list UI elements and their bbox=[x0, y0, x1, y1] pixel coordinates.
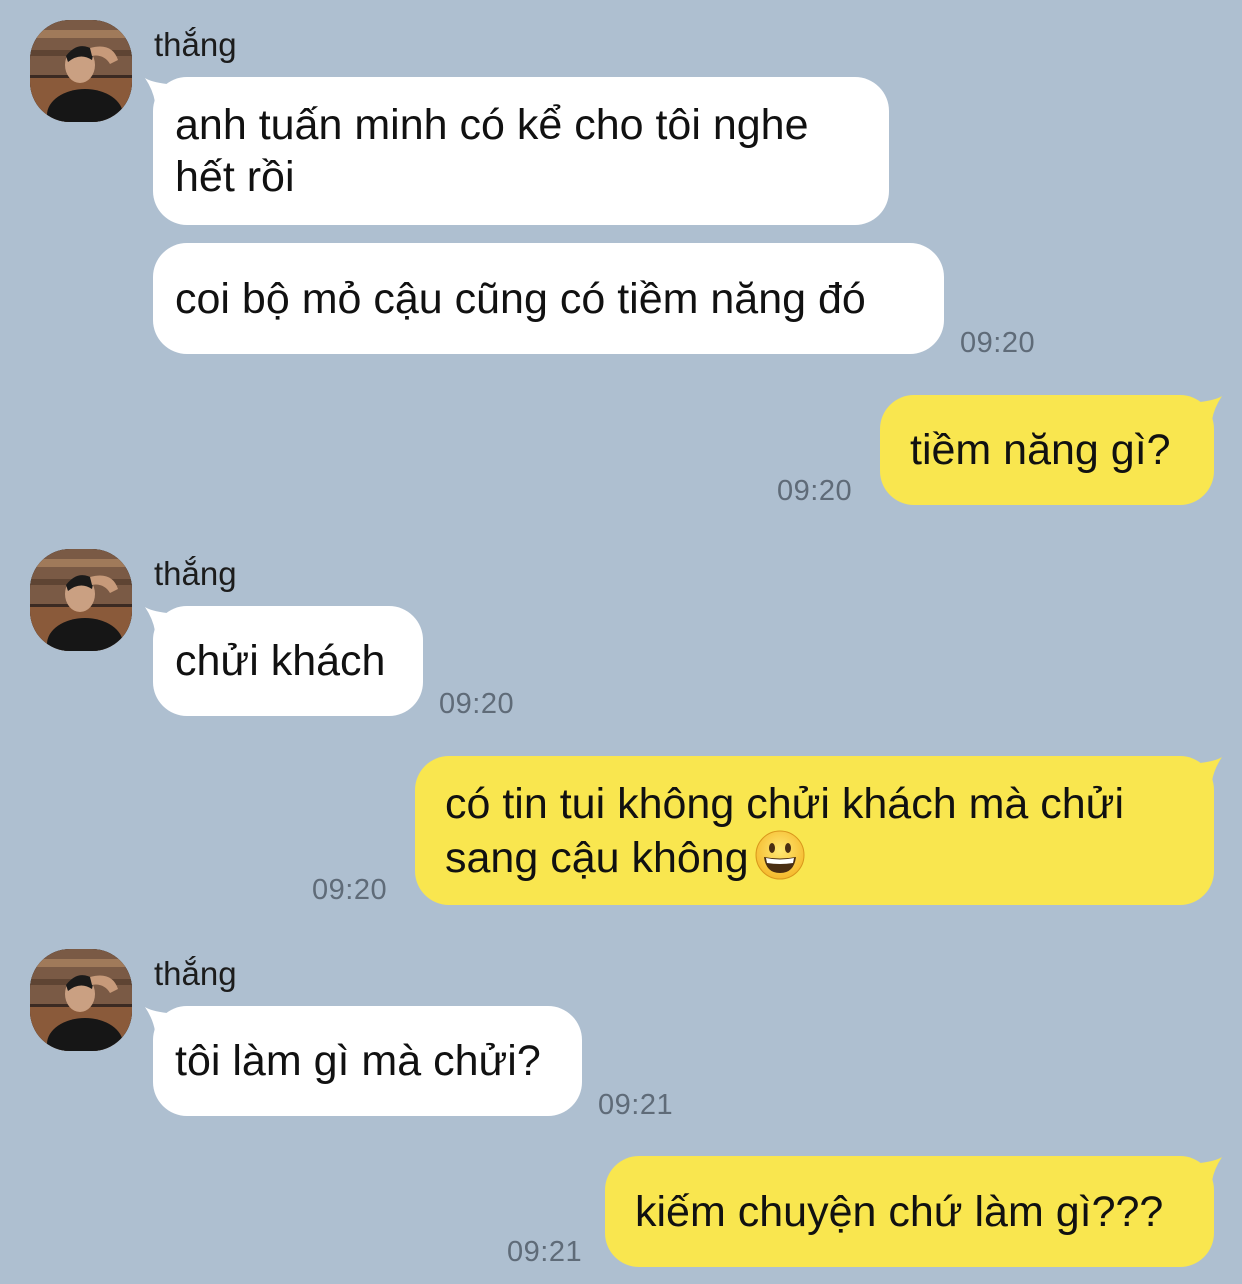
bubble-tail bbox=[1200, 757, 1222, 781]
message-text: kiếm chuyện chứ làm gì??? bbox=[635, 1187, 1164, 1236]
bubble-tail bbox=[1200, 1157, 1222, 1181]
message-text: chửi khách bbox=[175, 637, 386, 685]
message-bubble-incoming[interactable]: anh tuấn minh có kể cho tôi nghe hết rồi bbox=[153, 77, 889, 225]
message-timestamp: 09:20 bbox=[312, 874, 388, 906]
bubble-tail bbox=[1200, 396, 1222, 420]
message-text: anh tuấn minh có kể cho tôi nghe hết rồi bbox=[175, 101, 809, 201]
message-timestamp: 09:20 bbox=[777, 475, 853, 507]
message-text: coi bộ mỏ cậu cũng có tiềm năng đó bbox=[175, 274, 866, 323]
contact-avatar[interactable] bbox=[30, 20, 132, 122]
message-text: tiềm năng gì? bbox=[910, 426, 1171, 474]
sender-name: thắng bbox=[154, 26, 237, 63]
contact-avatar[interactable] bbox=[30, 549, 132, 651]
message-bubble-incoming[interactable]: tôi làm gì mà chửi? bbox=[153, 1006, 582, 1116]
sender-name: thắng bbox=[154, 555, 237, 592]
grinning-face-emoji bbox=[755, 830, 805, 879]
sender-name: thắng bbox=[154, 955, 237, 992]
message-bubble-outgoing[interactable]: có tin tui không chửi khách mà chửi sang… bbox=[415, 756, 1214, 905]
message-bubble-incoming[interactable]: chửi khách bbox=[153, 606, 423, 716]
message-bubble-outgoing[interactable]: kiếm chuyện chứ làm gì??? bbox=[605, 1156, 1214, 1267]
message-bubble-outgoing[interactable]: tiềm năng gì? bbox=[880, 395, 1214, 505]
message-text: tôi làm gì mà chửi? bbox=[175, 1037, 541, 1085]
message-text: có tin tui không chửi khách mà chửi sang… bbox=[445, 779, 1125, 882]
message-bubble-incoming[interactable]: coi bộ mỏ cậu cũng có tiềm năng đó bbox=[153, 243, 944, 354]
message-timestamp: 09:20 bbox=[439, 688, 515, 720]
contact-avatar[interactable] bbox=[30, 949, 132, 1051]
message-timestamp: 09:21 bbox=[507, 1236, 583, 1268]
message-timestamp: 09:20 bbox=[960, 327, 1036, 359]
message-timestamp: 09:21 bbox=[598, 1089, 674, 1121]
